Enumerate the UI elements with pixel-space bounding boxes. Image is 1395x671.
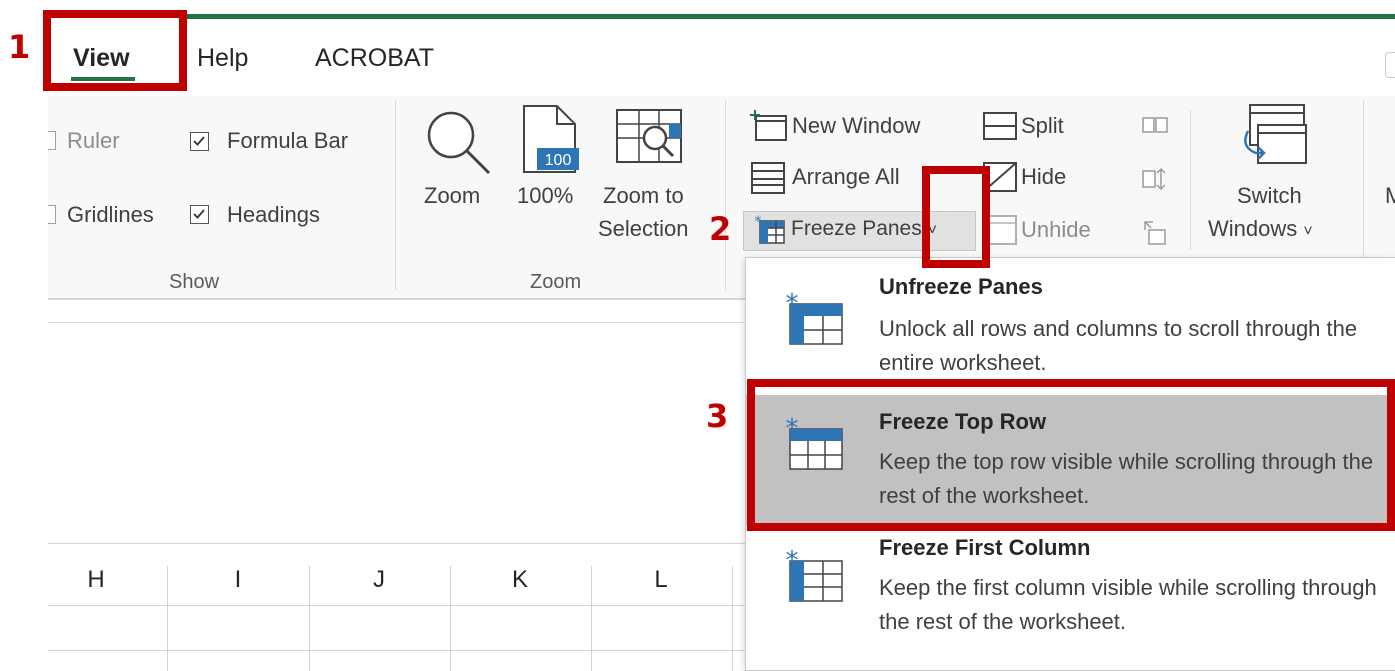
search-box-edge: [1385, 52, 1395, 78]
freeze-panes-button[interactable]: Freeze Panes ˅: [791, 217, 937, 241]
reset-window-position-icon: [1144, 221, 1166, 245]
column-divider: [732, 566, 733, 671]
column-header-top-border: [48, 543, 748, 544]
unfreeze-panes-icon: *: [786, 290, 843, 345]
freeze-first-column-icon: *: [786, 547, 843, 602]
unfreeze-panes-title: Unfreeze Panes: [879, 274, 1043, 299]
column-header-j[interactable]: J: [364, 566, 394, 594]
formula-bar-checkbox[interactable]: [190, 132, 209, 151]
switch-windows-icon[interactable]: [1238, 103, 1308, 167]
column-divider: [450, 566, 451, 671]
annotation-step-1: 1: [8, 28, 31, 66]
switch-windows-button[interactable]: Windows ˅: [1208, 216, 1313, 242]
column-divider: [167, 566, 168, 671]
group-separator: [395, 100, 396, 290]
arrange-all-icon[interactable]: [750, 161, 786, 195]
gridlines-checkbox[interactable]: [48, 205, 56, 224]
column-divider: [591, 566, 592, 671]
ruler-checkbox[interactable]: [48, 131, 56, 150]
column-header-bottom-border: [48, 605, 748, 606]
freeze-first-column-description: Keep the first column visible while scro…: [879, 575, 1377, 634]
annotation-step-3: 3: [706, 397, 729, 435]
menu-item-unfreeze-panes[interactable]: * Unfreeze Panes Unlock all rows and col…: [746, 258, 1395, 388]
new-window-icon[interactable]: [750, 110, 788, 142]
unhide-button: Unhide: [1021, 217, 1091, 242]
group-separator: [1190, 110, 1191, 250]
annotation-box-freeze-panes: [922, 166, 990, 268]
split-icon[interactable]: [982, 111, 1018, 141]
svg-text:*: *: [755, 215, 762, 230]
split-button[interactable]: Split: [1021, 113, 1064, 139]
formula-bar-label: Formula Bar: [227, 128, 349, 153]
zoom-100-button[interactable]: 100%: [517, 183, 573, 209]
column-header-i[interactable]: I: [223, 566, 253, 594]
gridlines-label: Gridlines: [67, 202, 154, 227]
zoom-icon[interactable]: [423, 107, 495, 179]
row-border: [48, 650, 748, 651]
zoom-to-selection-icon[interactable]: [615, 108, 685, 166]
annotation-box-view-tab: [43, 10, 187, 91]
new-window-button[interactable]: New Window: [792, 113, 920, 139]
view-side-by-side-icon: [1142, 117, 1168, 133]
column-header-l[interactable]: L: [646, 566, 676, 594]
formula-bar-border: [48, 322, 748, 323]
zoom-group-label: Zoom: [530, 271, 582, 293]
ruler-label: Ruler: [67, 128, 120, 153]
synchronous-scrolling-icon: [1142, 167, 1166, 191]
headings-checkbox[interactable]: [190, 205, 209, 224]
svg-text:*: *: [786, 547, 799, 576]
unfreeze-panes-description: Unlock all rows and columns to scroll th…: [879, 316, 1358, 375]
column-header-k[interactable]: K: [505, 566, 535, 594]
tab-help[interactable]: Help: [197, 44, 248, 73]
show-group-label: Show: [169, 271, 220, 293]
annotation-box-freeze-top-row: [747, 379, 1395, 531]
zoom-100-icon[interactable]: 100: [521, 104, 583, 176]
switch-label[interactable]: Switch: [1237, 183, 1302, 209]
zoom-to-label[interactable]: Zoom to: [603, 183, 684, 209]
zoom-button[interactable]: Zoom: [424, 183, 480, 209]
headings-label: Headings: [227, 202, 320, 227]
ribbon-accent-line: [182, 14, 1395, 19]
column-divider: [309, 566, 310, 671]
hide-button[interactable]: Hide: [1021, 164, 1066, 190]
chevron-down-icon: ˅: [1303, 223, 1313, 240]
macros-label-cutoff: M: [1385, 183, 1395, 208]
column-header-h[interactable]: H: [81, 566, 111, 594]
freeze-panes-icon[interactable]: *: [752, 215, 786, 245]
zoom-100-badge: 100: [545, 152, 572, 169]
arrange-all-button[interactable]: Arrange All: [792, 164, 900, 190]
annotation-step-2: 2: [709, 210, 732, 248]
zoom-to-selection-label[interactable]: Selection: [598, 216, 689, 242]
menu-item-freeze-first-column[interactable]: * Freeze First Column Keep the first col…: [746, 535, 1395, 671]
tab-acrobat[interactable]: ACROBAT: [315, 44, 434, 73]
freeze-first-column-title: Freeze First Column: [879, 535, 1091, 560]
group-separator: [725, 100, 726, 290]
svg-text:*: *: [786, 290, 799, 319]
